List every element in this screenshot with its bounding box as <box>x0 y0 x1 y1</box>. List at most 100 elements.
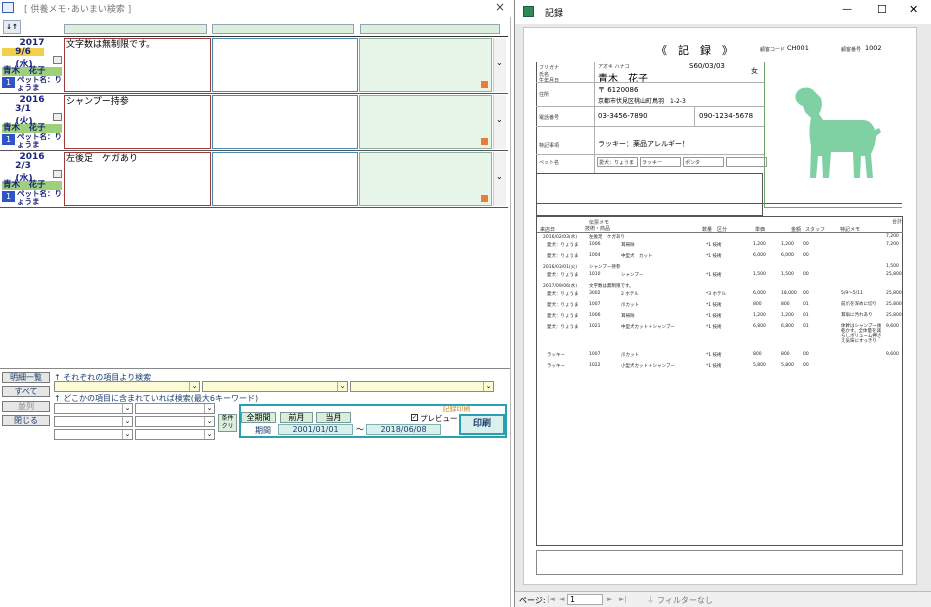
cell-pet: 愛犬：りょうま <box>547 314 579 319</box>
address-label: 住所 <box>539 92 550 98</box>
table-row: 愛犬：りょうま 1007 爪カット *1 技術 800 800 01 前爪を深めに切り 25,8… <box>541 302 903 310</box>
cell-total: 800 <box>781 302 790 307</box>
phone-1: 03-3456-7890 <box>598 112 648 120</box>
table-header-price: 単価 <box>755 227 766 233</box>
window-title: [ 供養メモ･あいまい検索 ] <box>24 5 132 15</box>
memo-field-2[interactable] <box>212 95 358 149</box>
attach-icon[interactable] <box>481 195 488 202</box>
close-icon[interactable]: ✕ <box>909 3 918 16</box>
filter-icon[interactable]: ⏚ <box>647 595 654 605</box>
chevron-down-icon: ⌄ <box>496 172 503 181</box>
close-button[interactable]: 閉じる <box>2 415 50 426</box>
period-to-field[interactable]: 2018/06/08 <box>366 424 441 435</box>
scroll-button[interactable]: ⌄ <box>493 38 506 92</box>
cell-date: 2017/09/06(水) <box>543 284 577 289</box>
memo-field-2[interactable] <box>212 38 358 92</box>
cell-item: 耳掃除 <box>621 243 635 248</box>
memo-field[interactable]: シャンプー持参 <box>64 95 211 149</box>
cell-pet: 愛犬：りょうま <box>547 273 579 278</box>
chevron-down-icon: ⌄ <box>122 404 132 413</box>
memo-field-3[interactable] <box>359 152 492 206</box>
cell-item: 爪カット <box>621 353 639 358</box>
nav-prev-icon[interactable]: ◄ <box>559 595 564 603</box>
print-button[interactable]: 印刷 <box>459 414 505 435</box>
search-dropdown-1[interactable]: ⌄ <box>54 381 200 392</box>
table-row: 愛犬：りょうま 1006 耳掃除 *1 技術 1,200 1,200 01 耳垢に汚れあり 25… <box>541 313 903 321</box>
scroll-button[interactable]: ⌄ <box>493 95 506 149</box>
search-dropdown-3[interactable]: ⌄ <box>350 381 494 392</box>
cell-item: 2 ホテル <box>621 292 639 297</box>
prev-month-button[interactable]: 前月 <box>280 412 313 423</box>
sort-button[interactable]: ↓↑ <box>3 20 21 34</box>
cell-staff: 00 <box>803 253 809 258</box>
memo-field-3[interactable] <box>359 38 492 92</box>
nav-last-icon[interactable]: ►| <box>619 595 627 603</box>
cell-sum: 25,800 <box>886 313 902 318</box>
cell-price: 1,500 <box>753 272 766 277</box>
minimize-icon[interactable]: — <box>842 4 852 15</box>
customer-code: CH001 <box>787 44 809 52</box>
nav-next-icon[interactable]: ► <box>607 595 612 603</box>
column-header-memo3[interactable] <box>360 24 500 34</box>
report-title: 記録 <box>545 9 564 19</box>
memo-field[interactable]: 文字数は無制限です。 <box>64 38 211 92</box>
record-date: 9/6 <box>2 48 44 57</box>
this-month-button[interactable]: 当月 <box>316 412 351 423</box>
report-page: 《 記 録 》 顧客コード CH001 顧客番号 1002 フリガナ 氏名 生年… <box>523 27 917 585</box>
column-header-memo[interactable] <box>64 24 207 34</box>
cell-pet: ラッキー <box>547 364 565 369</box>
nav-first-icon[interactable]: |◄ <box>547 595 555 603</box>
page-number-input[interactable]: 1 <box>567 594 603 605</box>
cell-note: 前爪を深めに切り <box>841 302 877 307</box>
cell-total: 1,200 <box>781 242 794 247</box>
calendar-icon[interactable] <box>53 170 62 178</box>
cell-staff: 00 <box>803 291 809 296</box>
preview-checkbox[interactable]: ✓ <box>411 414 418 421</box>
cell-kbn: *1 技術 <box>706 353 722 358</box>
cell-price: 5,800 <box>753 363 766 368</box>
keyword-dropdown-4[interactable]: ⌄ <box>135 416 215 427</box>
table-header-staff: スタッフ <box>805 227 826 233</box>
cell-price: 6,800 <box>753 324 766 329</box>
gender: 女 <box>751 67 758 75</box>
table-row: 愛犬：りょうま 1021 中型犬カット＋シャンプー *1 技術 6,800 6,800 01… <box>541 324 903 344</box>
chevron-down-icon: ⌄ <box>204 417 214 426</box>
cell-item: 爪カット <box>621 303 639 308</box>
attach-icon[interactable] <box>481 138 488 145</box>
cell-kbn: *1 技術 <box>706 325 722 330</box>
keyword-dropdown-2[interactable]: ⌄ <box>135 403 215 414</box>
record-row: 2016 2/3 (水) 青木 花子 1 ペット名：りょうま 左後足 ケガあり … <box>0 152 508 208</box>
customer-name[interactable]: 青木 花子 <box>2 67 62 76</box>
all-button[interactable]: すべて <box>2 386 50 397</box>
search-dropdown-2[interactable]: ⌄ <box>202 381 348 392</box>
phone-label: 電話番号 <box>539 115 560 121</box>
list-button[interactable]: 明細一覧 <box>2 372 50 383</box>
attach-icon[interactable] <box>481 81 488 88</box>
cell-code: 1007 <box>589 302 601 307</box>
all-period-button[interactable]: 全期間 <box>241 412 276 423</box>
sort-order-button[interactable]: 並列 <box>2 401 50 412</box>
calendar-icon[interactable] <box>53 56 62 64</box>
cell-kbn: *1 技術 <box>706 254 722 259</box>
clear-conditions-button[interactable]: 条件クリア <box>218 414 237 432</box>
customer-name[interactable]: 青木 花子 <box>2 124 62 133</box>
calendar-icon[interactable] <box>53 113 62 121</box>
customer-name[interactable]: 青木 花子 <box>2 181 62 190</box>
memo-field-3[interactable] <box>359 95 492 149</box>
record-no-label: 顧客番号 <box>841 47 862 53</box>
keyword-dropdown-5[interactable]: ⌄ <box>54 429 133 440</box>
memo-field-2[interactable] <box>212 152 358 206</box>
maximize-icon[interactable]: ☐ <box>877 3 887 16</box>
scroll-button[interactable]: ⌄ <box>493 152 506 206</box>
report-window-titlebar: 記録 — ☐ ✕ <box>515 0 931 24</box>
filter-status[interactable]: フィルターなし <box>657 595 713 606</box>
table-header-item: 技術・商品 <box>585 226 611 232</box>
memo-field[interactable]: 左後足 ケガあり <box>64 152 211 206</box>
column-header-memo2[interactable] <box>212 24 354 34</box>
keyword-dropdown-1[interactable]: ⌄ <box>54 403 133 414</box>
keyword-dropdown-3[interactable]: ⌄ <box>54 416 133 427</box>
chevron-down-icon: ⌄ <box>189 382 199 391</box>
close-icon[interactable]: × <box>495 0 505 14</box>
period-from-field[interactable]: 2001/01/01 <box>278 424 353 435</box>
keyword-dropdown-6[interactable]: ⌄ <box>135 429 215 440</box>
